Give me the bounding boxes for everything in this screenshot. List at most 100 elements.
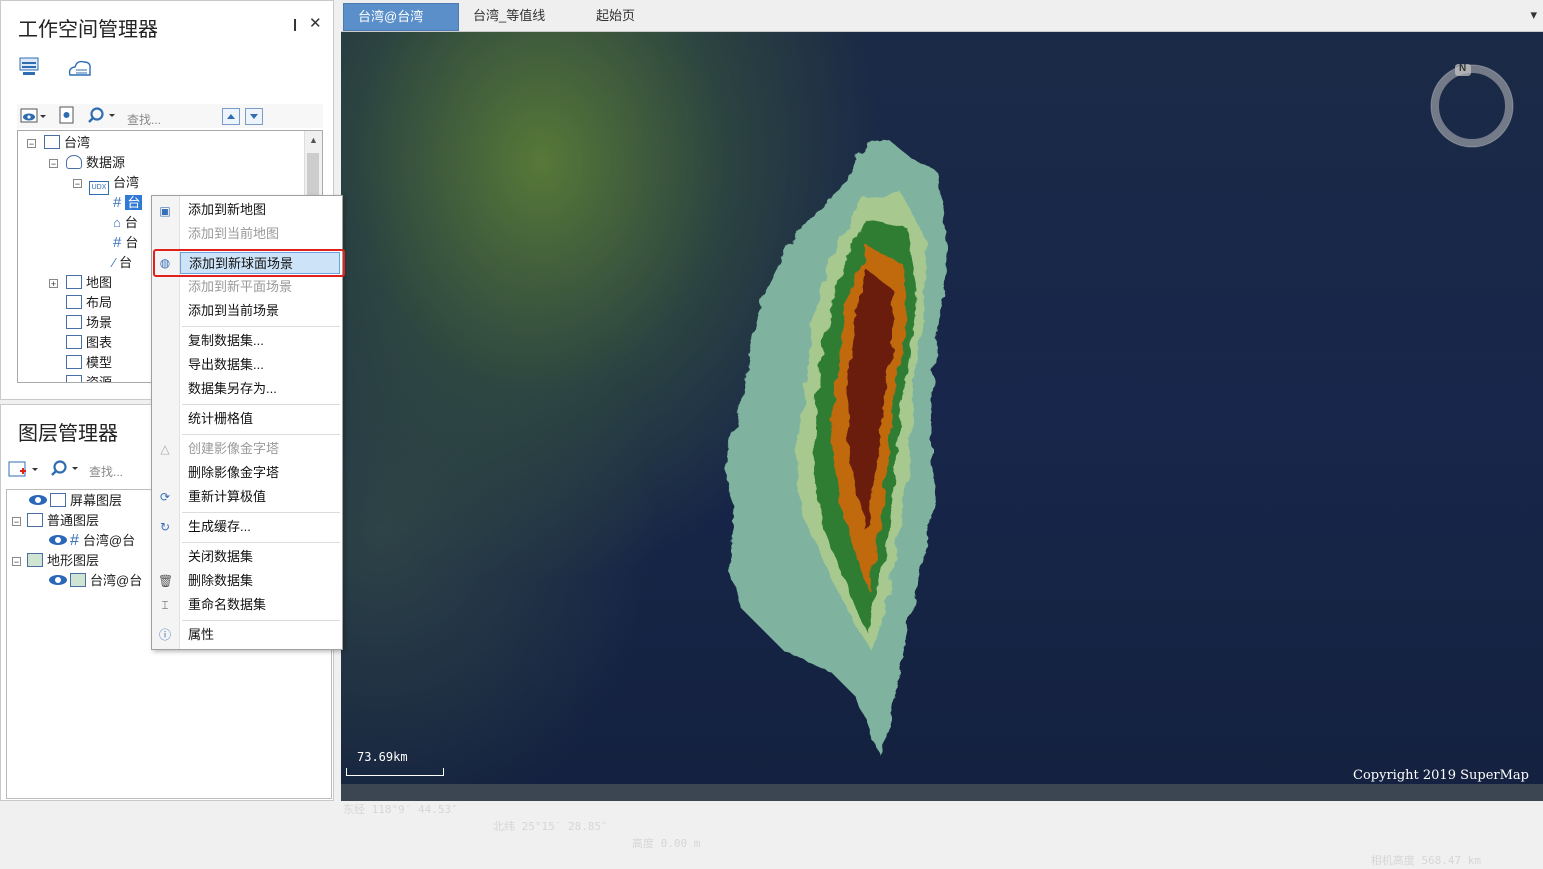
coordinate-status-bar: 东经 118°9′ 44.53″ 北纬 25°15′ 28.85″ 高度 0.0… [341, 784, 1543, 867]
globe-scene-view[interactable]: N 73.69km Copyright 2019 SuperMap [341, 32, 1543, 801]
menu-separator [182, 326, 340, 327]
search-dropdown-icon[interactable] [88, 106, 116, 128]
tab-taiwan-contour[interactable]: 台湾_等值线 [459, 3, 559, 31]
menu-item-delete-dataset[interactable]: 删除数据集 [180, 570, 340, 592]
normal-layer-icon [27, 513, 43, 527]
layer-item-normal[interactable]: # 台湾@台 [49, 531, 135, 551]
workspace-panel-title: 工作空间管理器 [18, 19, 158, 41]
workspace-search-input[interactable]: 查找... [127, 111, 161, 128]
menu-item-export-dataset[interactable]: 导出数据集... [180, 354, 340, 376]
tree-item-models[interactable]: 模型 [66, 353, 112, 373]
add-layer-dropdown-icon[interactable] [8, 459, 40, 483]
layer-item-terrain[interactable]: 台湾@台 [49, 571, 142, 591]
menu-item-add-to-current-scene[interactable]: 添加到当前场景 [180, 300, 340, 322]
visibility-eye-icon[interactable] [29, 495, 47, 505]
terrain-layer-icon [27, 553, 43, 567]
tree-label: 布局 [86, 295, 113, 310]
tree-label: 台 [125, 235, 139, 250]
menu-item-recalculate-extremes[interactable]: 重新计算极值 [180, 486, 340, 508]
eye-view-dropdown-icon[interactable] [20, 107, 46, 129]
layer-search-input[interactable]: 查找... [89, 463, 123, 480]
scale-bar [346, 768, 444, 776]
tab-taiwan-scene[interactable]: 台湾@台湾✕ [343, 3, 459, 50]
tree-label: 台 [119, 255, 133, 270]
menu-item-raster-statistics[interactable]: 统计栅格值 [180, 408, 340, 430]
generate-cache-icon: ↻ [159, 520, 171, 534]
menu-item-create-image-pyramid[interactable]: 创建影像金字塔 [180, 438, 340, 460]
grid-dataset-icon: # [113, 194, 122, 211]
camera-height-readout: 相机高度 568.47 km [1370, 854, 1481, 867]
tab-start-page[interactable]: 起始页 [582, 3, 649, 31]
open-document-icon[interactable] [58, 106, 76, 128]
close-icon[interactable]: ✕ [309, 14, 322, 32]
tree-label: 台湾@台 [90, 573, 143, 588]
tree-item-dataset-grid-2[interactable]: # 台 [113, 233, 138, 253]
pin-icon[interactable]: ❙ [290, 17, 300, 31]
tree-label: 台 [124, 215, 138, 230]
trash-icon: 🗑 [158, 574, 174, 588]
menu-item-generate-cache[interactable]: 生成缓存... [180, 516, 340, 538]
menu-item-rename-dataset[interactable]: 重命名数据集 [180, 594, 340, 616]
collapse-toggle[interactable]: − [12, 557, 21, 567]
visibility-eye-icon[interactable] [49, 575, 67, 585]
workspace-view-icon[interactable] [19, 57, 43, 79]
cloud-workspace-icon[interactable] [67, 57, 93, 79]
workspace-icon [44, 135, 60, 149]
menu-item-delete-image-pyramid[interactable]: 删除影像金字塔 [180, 462, 340, 484]
menu-item-add-to-new-planar-scene[interactable]: 添加到新平面场景 [180, 276, 340, 298]
altitude-readout: 高度 0.00 m [632, 837, 701, 850]
grid-dataset-icon: # [113, 234, 122, 251]
tree-item-workspace-root[interactable]: 台湾 [44, 133, 90, 153]
move-up-button[interactable] [222, 108, 240, 125]
latitude-readout: 北纬 25°15′ 28.85″ [493, 820, 608, 833]
visibility-eye-icon[interactable] [49, 535, 67, 545]
document-tab-bar: 台湾@台湾✕ 台湾_等值线 起始页 ▾ [341, 0, 1543, 50]
taiwan-terrain-map [725, 140, 948, 754]
scroll-up-icon[interactable]: ▲ [305, 131, 322, 149]
tree-item-maps[interactable]: 地图 [66, 273, 112, 293]
tree-item-datasource-taiwan[interactable]: UDX 台湾 [89, 173, 139, 195]
chart-icon [66, 335, 82, 349]
model-icon [66, 355, 82, 369]
collapse-toggle[interactable]: − [49, 159, 58, 169]
layer-group-terrain[interactable]: 地形图层 [27, 551, 99, 571]
tab-list-dropdown-icon[interactable]: ▾ [1530, 7, 1537, 23]
collapse-toggle[interactable]: − [12, 517, 21, 527]
pyramid-icon: △ [160, 442, 170, 456]
tree-item-charts[interactable]: 图表 [66, 333, 112, 353]
tree-item-dataset-region[interactable]: ⌂ 台 [113, 213, 138, 233]
tree-label: 图表 [86, 335, 113, 350]
menu-item-close-dataset[interactable]: 关闭数据集 [180, 546, 340, 568]
menu-item-properties[interactable]: 属性 [180, 624, 340, 646]
menu-item-copy-dataset[interactable]: 复制数据集... [180, 330, 340, 352]
add-to-map-icon: ▣ [159, 204, 171, 218]
info-icon: ⓘ [158, 628, 171, 642]
compass-navigation-control[interactable]: N [1429, 63, 1515, 149]
tree-item-resources[interactable]: 资源 [66, 373, 112, 382]
menu-item-add-to-current-map[interactable]: 添加到当前地图 [180, 223, 340, 245]
line-dataset-icon: ⁄ [113, 255, 116, 270]
expand-toggle[interactable]: + [49, 279, 58, 289]
menu-item-save-dataset-as[interactable]: 数据集另存为... [180, 378, 340, 400]
tree-label: 模型 [86, 355, 113, 370]
tree-item-layouts[interactable]: 布局 [66, 293, 112, 313]
tree-item-datasources[interactable]: 数据源 [66, 153, 125, 173]
layer-search-dropdown-icon[interactable] [51, 459, 79, 481]
map-icon [66, 275, 82, 289]
tab-label: 台湾@台湾 [358, 9, 424, 24]
collapse-toggle[interactable]: − [27, 139, 36, 149]
tree-label: 普通图层 [47, 513, 100, 528]
menu-separator [182, 434, 340, 435]
menu-separator [182, 542, 340, 543]
tree-item-scenes[interactable]: 场景 [66, 313, 112, 333]
move-down-button[interactable] [245, 108, 263, 125]
menu-item-add-to-new-map[interactable]: 添加到新地图 [180, 199, 340, 221]
tree-item-dataset-grid[interactable]: # 台 [113, 193, 143, 213]
layer-group-screen[interactable]: 屏幕图层 [29, 491, 122, 511]
scale-label: 73.69km [357, 750, 408, 764]
tree-label: 地图 [86, 275, 113, 290]
collapse-toggle[interactable]: − [73, 179, 82, 189]
compass-north-label: N [1459, 63, 1467, 74]
layer-group-normal[interactable]: 普通图层 [27, 511, 99, 531]
tree-item-dataset-line[interactable]: ⁄ 台 [113, 253, 132, 273]
